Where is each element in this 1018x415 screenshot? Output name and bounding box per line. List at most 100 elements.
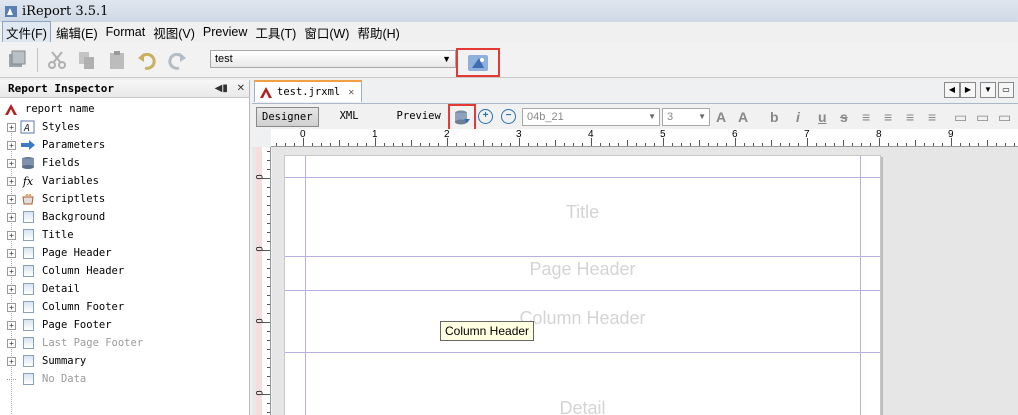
align-justify-icon[interactable]: ≡ <box>884 109 892 125</box>
expand-icon[interactable]: + <box>7 338 16 348</box>
zoom-out-icon[interactable]: − <box>501 109 516 124</box>
tree-item-no-data[interactable]: No Data <box>0 370 249 388</box>
tree-item-background[interactable]: + Background <box>0 208 249 226</box>
expand-icon[interactable]: + <box>7 302 16 312</box>
tree-item-styles[interactable]: + A Styles <box>0 118 249 136</box>
strikethrough-icon[interactable]: s <box>840 109 848 125</box>
xml-view-button[interactable]: XML <box>335 107 364 127</box>
expand-icon[interactable]: + <box>7 266 16 276</box>
maximize-icon[interactable]: ▭ <box>998 82 1014 98</box>
editor-toolbar: Designer XML Preview + − 04b_21 ▼ 3 ▼ A … <box>252 103 1018 132</box>
expand-icon[interactable]: + <box>7 122 16 132</box>
underline-icon[interactable]: u <box>818 109 827 125</box>
tree-item-fields[interactable]: + Fields <box>0 154 249 172</box>
align-top-icon[interactable]: ▭ <box>954 109 967 126</box>
ruler-tick <box>285 143 286 146</box>
copy-icon[interactable] <box>74 47 100 73</box>
menu-view[interactable]: 视图(V) <box>150 22 198 43</box>
designer-view-button[interactable]: Designer <box>256 106 319 127</box>
ruler-tick <box>906 143 907 146</box>
connection-select[interactable]: test ▼ <box>210 50 456 68</box>
page-header-band-boundary[interactable] <box>285 290 880 291</box>
tree-item-parameters[interactable]: + Parameters <box>0 136 249 154</box>
ruler-tick <box>519 138 520 146</box>
tree-item-column-footer[interactable]: + Column Footer <box>0 298 249 316</box>
menu-edit[interactable]: 编辑(E) <box>53 22 101 43</box>
tree-item-report-name[interactable]: report name <box>0 100 249 118</box>
tab-list-icon[interactable]: ▼ <box>980 82 996 98</box>
report-inspector-header: Report Inspector ◀▮ ✕ <box>0 80 249 98</box>
preview-view-button[interactable]: Preview <box>392 107 446 127</box>
connection-select-value: test <box>215 53 233 65</box>
menu-preview[interactable]: Preview <box>200 24 250 40</box>
expand-icon[interactable]: + <box>7 140 16 150</box>
tree-item-page-footer[interactable]: + Page Footer <box>0 316 249 334</box>
tree-item-variables[interactable]: + fx Variables <box>0 172 249 190</box>
title-band-boundary[interactable] <box>285 256 880 257</box>
paste-icon[interactable] <box>104 47 130 73</box>
scroll-right-icon[interactable]: ▶ <box>960 82 976 98</box>
tree-item-detail[interactable]: + Detail <box>0 280 249 298</box>
expand-icon[interactable]: + <box>7 158 16 168</box>
close-tab-icon[interactable]: ✕ <box>348 87 354 98</box>
tree-item-column-header[interactable]: + Column Header <box>0 262 249 280</box>
close-icon[interactable]: ✕ <box>237 83 245 94</box>
design-canvas[interactable]: Title Page Header Column Header Detail <box>272 147 1018 415</box>
tree-item-last-page-footer[interactable]: + Last Page Footer <box>0 334 249 352</box>
expand-icon[interactable]: + <box>7 194 16 204</box>
increase-font-icon[interactable]: A <box>716 109 726 125</box>
tree-item-scriptlets[interactable]: + Scriptlets <box>0 190 249 208</box>
ruler-tick <box>384 143 385 146</box>
menu-format[interactable]: Format <box>103 24 149 40</box>
tree-item-title[interactable]: + Title <box>0 226 249 244</box>
ruler-tick <box>771 140 772 146</box>
minimize-panel-icon[interactable]: ◀▮ <box>215 83 228 94</box>
font-size-select[interactable]: 3 ▼ <box>662 108 710 126</box>
menu-window[interactable]: 窗口(W) <box>301 22 352 43</box>
undo-icon[interactable] <box>134 47 160 73</box>
chevron-down-icon: ▼ <box>648 112 656 121</box>
redo-icon[interactable] <box>164 47 190 73</box>
expand-icon[interactable]: + <box>7 248 16 258</box>
save-all-icon[interactable] <box>4 47 30 73</box>
font-name-select[interactable]: 04b_21 ▼ <box>522 108 660 126</box>
tree-item-summary[interactable]: + Summary <box>0 352 249 370</box>
column-header-band-boundary[interactable] <box>285 352 880 353</box>
align-bottom-icon[interactable]: ▭ <box>998 109 1011 126</box>
page-header-band-label: Page Header <box>529 259 636 279</box>
cut-icon[interactable] <box>44 47 70 73</box>
ruler-number: 0 <box>254 318 265 324</box>
report-inspector-title: Report Inspector <box>8 82 114 95</box>
italic-icon[interactable]: i <box>796 109 800 125</box>
vertical-ruler: 0 0 0 0 <box>252 147 271 415</box>
ruler-tick <box>330 143 331 146</box>
toolbar-separator <box>37 47 38 72</box>
expand-icon[interactable]: + <box>7 212 16 222</box>
expand-icon[interactable]: + <box>7 320 16 330</box>
decrease-font-icon[interactable]: A <box>738 109 748 125</box>
zoom-in-icon[interactable]: + <box>478 109 493 124</box>
column-header-band-label: Column Header <box>519 308 646 328</box>
expand-icon[interactable]: + <box>7 176 16 186</box>
ruler-tick <box>429 143 430 146</box>
ruler-tick <box>303 138 304 146</box>
tab-test-jrxml[interactable]: test.jrxml ✕ <box>254 80 362 102</box>
align-middle-icon[interactable]: ▭ <box>976 109 989 126</box>
menu-file[interactable]: 文件(F) <box>2 20 51 44</box>
align-right-icon[interactable]: ≡ <box>928 109 936 125</box>
align-left-icon[interactable]: ≡ <box>862 109 870 125</box>
ruler-tick <box>267 160 270 161</box>
datasource-report-button[interactable] <box>456 48 500 77</box>
report-page[interactable]: Title Page Header Column Header Detail <box>284 155 881 415</box>
report-editor: test.jrxml ✕ ◀ ▶ ▼ ▭ Designer XML Previe… <box>252 80 1018 415</box>
bold-icon[interactable]: b <box>770 109 779 125</box>
expand-icon[interactable]: + <box>7 356 16 366</box>
align-center-icon[interactable]: ≡ <box>906 109 914 125</box>
tree-item-page-header[interactable]: + Page Header <box>0 244 249 262</box>
expand-icon[interactable]: + <box>7 230 16 240</box>
expand-icon[interactable]: + <box>7 284 16 294</box>
menu-tools[interactable]: 工具(T) <box>252 22 299 43</box>
datasource-button[interactable] <box>448 104 476 132</box>
menu-help[interactable]: 帮助(H) <box>354 22 402 43</box>
scroll-left-icon[interactable]: ◀ <box>944 82 960 98</box>
